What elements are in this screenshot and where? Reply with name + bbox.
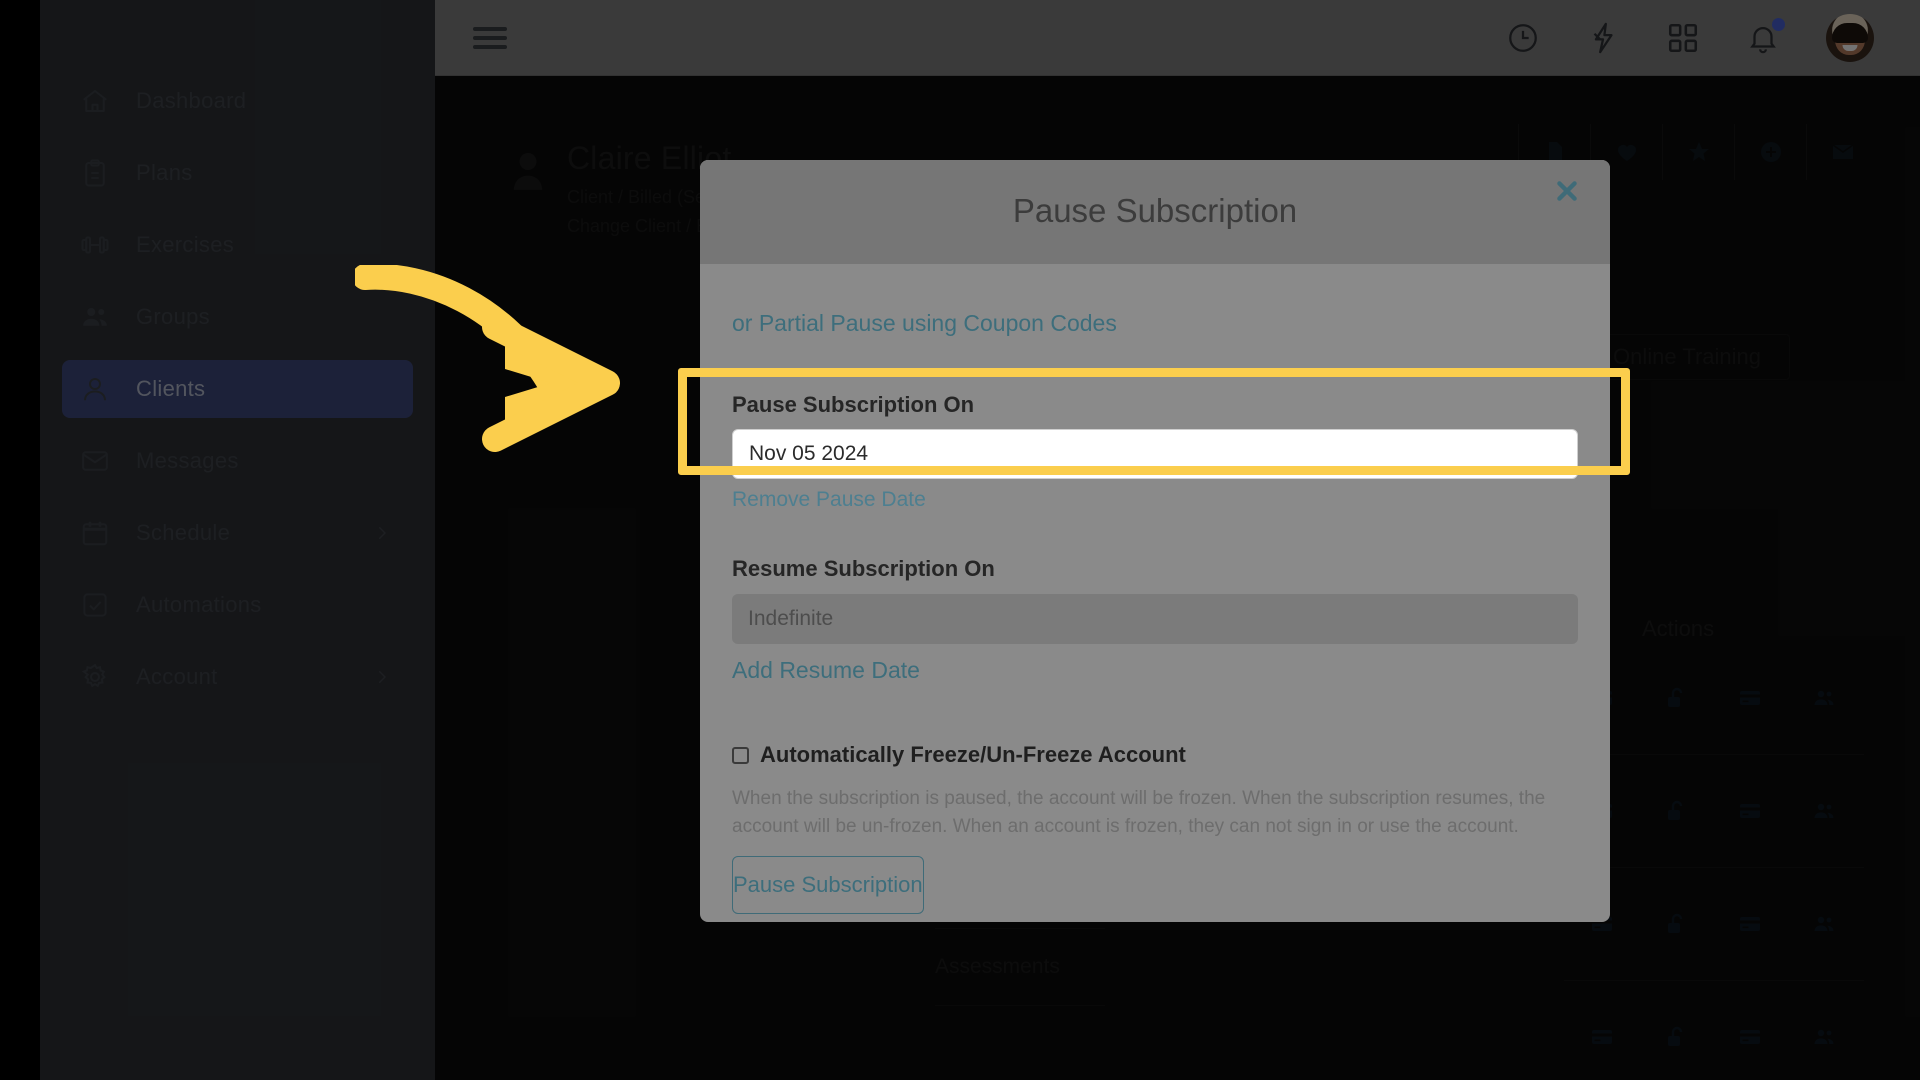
modal-footer: Pause Subscription	[700, 856, 1610, 922]
card-icon[interactable]	[1590, 1025, 1614, 1049]
unlock-icon[interactable]	[1664, 686, 1688, 710]
envelope-icon	[80, 446, 110, 476]
sidebar-item-label: Automations	[136, 592, 262, 617]
people-icon[interactable]	[1812, 799, 1836, 823]
pause-subscription-modal: Pause Subscription or Partial Pause usin…	[700, 160, 1610, 922]
people-icon[interactable]	[1812, 912, 1836, 936]
actions-header: Actions	[1642, 616, 1715, 641]
pause-subscription-date-input[interactable]: Nov 05 2024	[732, 429, 1578, 479]
unlock-icon[interactable]	[1664, 799, 1688, 823]
modal-body: or Partial Pause using Coupon Codes Paus…	[700, 264, 1610, 856]
person-icon	[80, 374, 110, 404]
resume-date-label: Resume Subscription On	[732, 556, 995, 581]
auto-freeze-label: Automatically Freeze/Un-Freeze Account	[760, 742, 1186, 767]
take-action-title: Take Action	[1255, 1076, 1393, 1080]
partial-pause-coupon-link[interactable]: or Partial Pause using Coupon Codes	[732, 310, 1578, 337]
sidebar-item-label: Schedule	[136, 520, 231, 545]
sidebar-item-automations[interactable]: Automations	[62, 576, 413, 634]
sidebar-item-groups[interactable]: Groups	[62, 288, 413, 346]
pause-date-label: Pause Subscription On	[732, 392, 975, 417]
client-avatar-icon	[511, 150, 545, 190]
grid-icon[interactable]	[1666, 21, 1700, 55]
screen-root: Dashboard Plans Exercises Groups Clients Mess…	[0, 0, 1920, 1080]
sidebar-item-label: Clients	[136, 376, 206, 401]
sidebar-item-messages[interactable]: Messages	[62, 432, 413, 490]
clipboard-icon	[80, 158, 110, 188]
auto-freeze-checkbox[interactable]	[732, 746, 749, 764]
sidebar-item-label: Exercises	[136, 232, 235, 257]
sidebar-item-label: Messages	[136, 448, 239, 473]
avatar[interactable]	[1826, 13, 1874, 62]
sidebar-item-schedule[interactable]: Schedule	[62, 504, 413, 562]
chevron-right-icon[interactable]	[373, 524, 391, 542]
dumbbell-icon	[80, 230, 110, 260]
people-icon[interactable]	[1812, 1025, 1836, 1049]
card-icon[interactable]	[1738, 1025, 1762, 1049]
resume-subscription-date-input[interactable]: Indefinite	[732, 594, 1578, 644]
close-icon[interactable]	[1554, 178, 1584, 208]
calendar-icon	[80, 518, 110, 548]
unlock-icon[interactable]	[1664, 912, 1688, 936]
sidebar-item-dashboard[interactable]: Dashboard	[62, 72, 413, 130]
sidebar-item-label: Account	[136, 664, 218, 689]
top-bar-actions	[1506, 13, 1874, 62]
check-box-icon	[80, 590, 110, 620]
clock-icon[interactable]	[1506, 21, 1540, 55]
sidebar-item-exercises[interactable]: Exercises	[62, 216, 413, 274]
modal-header: Pause Subscription	[700, 160, 1610, 264]
sidebar-item-label: Plans	[136, 160, 193, 185]
top-bar	[435, 0, 1920, 76]
home-icon	[80, 86, 110, 116]
plus-circle-icon[interactable]	[1734, 124, 1806, 180]
sidebar-item-label: Groups	[136, 304, 210, 329]
sidebar-item-clients[interactable]: Clients	[62, 360, 413, 418]
auto-freeze-row[interactable]: Automatically Freeze/Un-Freeze Account	[732, 742, 1578, 768]
sub-nav-item[interactable]: Assessments	[935, 929, 1105, 1006]
envelope-icon[interactable]	[1806, 124, 1878, 180]
card-icon[interactable]	[1738, 912, 1762, 936]
hamburger-icon[interactable]	[473, 22, 507, 54]
gear-icon	[80, 662, 110, 692]
add-resume-date-link[interactable]: Add Resume Date	[732, 657, 1578, 684]
auto-freeze-description: When the subscription is paused, the acc…	[732, 788, 1546, 837]
remove-pause-date-link[interactable]: Remove Pause Date	[732, 488, 1578, 512]
card-icon[interactable]	[1738, 686, 1762, 710]
table-row	[1564, 981, 1864, 1080]
people-icon[interactable]	[1812, 686, 1836, 710]
star-icon[interactable]	[1662, 124, 1734, 180]
main-sidebar: Dashboard Plans Exercises Groups Clients Mess…	[40, 0, 435, 1080]
card-icon[interactable]	[1738, 799, 1762, 823]
left-black-bar	[0, 0, 40, 1080]
people-icon	[80, 302, 110, 332]
modal-title: Pause Subscription	[1012, 192, 1298, 229]
pause-date-block: Pause Subscription On Nov 05 2024 Remove…	[732, 392, 1578, 512]
pause-subscription-button[interactable]: Pause Subscription	[732, 856, 924, 914]
sidebar-item-label: Dashboard	[136, 88, 247, 113]
sidebar-item-account[interactable]: Account	[62, 648, 413, 706]
notification-dot	[1772, 17, 1785, 31]
unlock-icon[interactable]	[1664, 1025, 1688, 1049]
sidebar-item-plans[interactable]: Plans	[62, 144, 413, 202]
bell-icon[interactable]	[1746, 17, 1785, 55]
resume-date-block: Resume Subscription On Indefinite Add Re…	[732, 556, 1578, 684]
online-training-tag: Online Training	[1584, 334, 1790, 380]
lightning-icon[interactable]	[1586, 21, 1620, 55]
chevron-right-icon[interactable]	[373, 668, 391, 686]
